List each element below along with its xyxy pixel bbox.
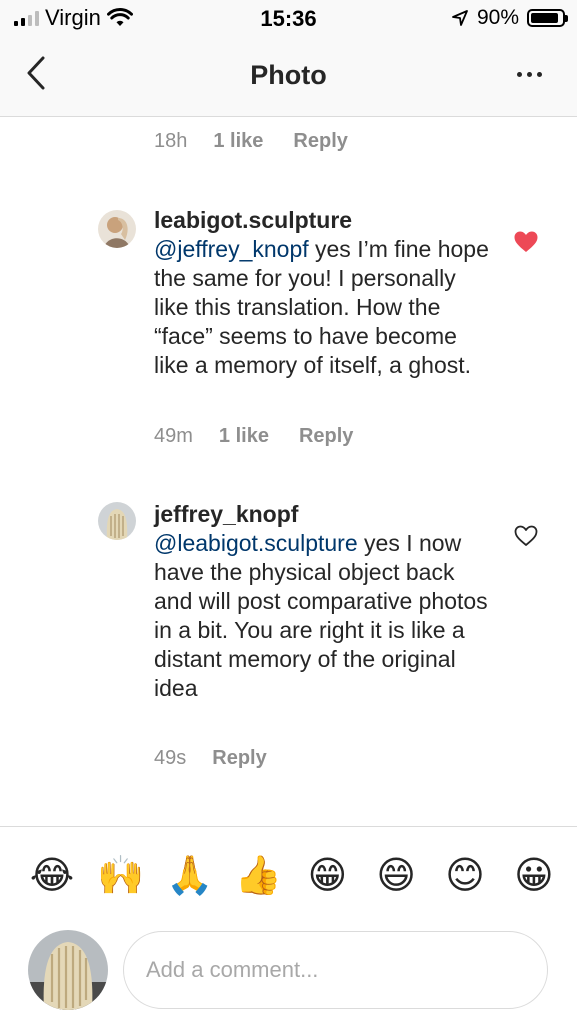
comment-username[interactable]: leabigot.sculpture — [154, 206, 494, 235]
current-user-avatar — [28, 930, 108, 1010]
thumbs-up-emoji-button[interactable]: 👍 — [235, 851, 283, 899]
like-button[interactable] — [513, 230, 539, 254]
more-dot-icon — [516, 71, 522, 77]
raising-hands-emoji-button[interactable]: 🙌 — [97, 851, 145, 899]
emoji-quick-bar: 😂 🙌 🙏 👍 😁 😄 😊 😀 — [28, 848, 558, 902]
comment-likes-link[interactable]: 1 like — [213, 130, 263, 153]
comment-time: 49m — [154, 425, 193, 447]
status-bar: Virgin 15:36 90% — [0, 0, 577, 40]
comment-body: jeffrey_knopf @leabigot.sculpture yes I n… — [154, 500, 494, 703]
more-dot-icon — [526, 71, 532, 77]
avatar[interactable] — [98, 210, 136, 248]
reply-button[interactable]: Reply — [299, 425, 353, 448]
grinning-emoji-button[interactable]: 😀 — [510, 851, 558, 899]
reply-button[interactable]: Reply — [293, 130, 347, 153]
reply-button[interactable]: Reply — [212, 747, 266, 770]
more-dot-icon — [536, 71, 542, 77]
heart-filled-icon — [514, 231, 538, 252]
comment-meta: 49s Reply — [154, 747, 267, 770]
divider — [0, 826, 577, 827]
location-arrow-icon — [452, 10, 468, 26]
tears-of-joy-emoji-button[interactable]: 😂 — [28, 851, 76, 899]
heart-filled-shape — [514, 231, 538, 252]
previous-comment-meta: 18h 1 like Reply — [154, 130, 348, 153]
folded-hands-emoji-button[interactable]: 🙏 — [166, 851, 214, 899]
comment-input[interactable] — [123, 931, 548, 1009]
smile-emoji-button[interactable]: 😄 — [372, 851, 420, 899]
grin-emoji-button[interactable]: 😁 — [303, 851, 351, 899]
heart-outline-icon — [514, 525, 538, 546]
battery-percent: 90% — [476, 6, 519, 29]
comment-time: 18h — [154, 130, 188, 152]
nav-bar: Photo — [0, 40, 577, 117]
more-options-button[interactable] — [511, 64, 547, 84]
mention-link[interactable]: @leabigot.sculpture — [154, 530, 358, 556]
comment-body: leabigot.sculpture @jeffrey_knopf yes I’m… — [154, 206, 494, 380]
blush-emoji-button[interactable]: 😊 — [441, 851, 489, 899]
like-button[interactable] — [513, 524, 539, 548]
comment-meta: 49m 1 like Reply — [154, 425, 353, 448]
avatar[interactable] — [98, 502, 136, 540]
page-title: Photo — [250, 60, 327, 90]
status-right: 90% — [451, 6, 568, 30]
mention-link[interactable]: @jeffrey_knopf — [154, 236, 309, 262]
battery-icon — [527, 9, 568, 27]
comment-likes-link[interactable]: 1 like — [219, 425, 269, 448]
comment-time: 49s — [154, 747, 187, 769]
comment-username[interactable]: jeffrey_knopf — [154, 500, 494, 529]
